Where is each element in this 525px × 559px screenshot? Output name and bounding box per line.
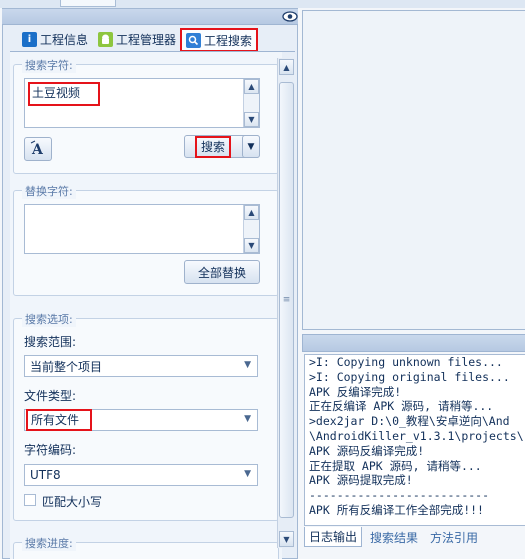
encoding-select[interactable]: UTF8 ▼ [24,464,258,486]
search-progress-title: 搜索进度: [22,535,76,551]
search-icon [186,32,201,48]
search-group: 搜索字符: 土豆视频 ▲ ▼ A 搜索 ▼ [13,57,279,174]
tab-project-search[interactable]: 工程搜索 [180,28,259,52]
tab-project-manager[interactable]: 工程管理器 [98,27,176,51]
scroll-down-button[interactable]: ▼ [244,112,259,127]
scroll-down-button[interactable]: ▼ [279,531,294,547]
match-case-checkbox[interactable] [24,494,36,506]
log-line: >I: Copying original files... [309,369,510,384]
filetype-select-value: 所有文件 [26,409,92,431]
tab-search-results-label: 搜索结果 [370,530,419,545]
tab-log-output-label: 日志输出 [309,530,358,544]
tab-search-results[interactable]: 搜索结果 [370,527,418,547]
encoding-select-value: UTF8 [30,468,61,482]
svg-text:A: A [31,142,44,158]
search-options-group: 搜索选项: 搜索范围: 当前整个项目 ▼ 文件类型: 所有文件 ▼ 字符编码: … [13,311,279,521]
replace-all-button-label: 全部替换 [197,265,246,280]
chevron-down-icon: ▼ [244,469,251,479]
chevron-down-icon: ▼ [244,414,251,424]
filetype-label: 文件类型: [24,389,77,403]
replace-group: 替换字符: ▲ ▼ 全部替换 [13,183,279,296]
search-group-title: 搜索字符: [22,57,76,73]
eye-icon[interactable] [282,10,298,23]
log-output[interactable]: >I: Copying unknown files... >I: Copying… [304,354,525,526]
scroll-down-button[interactable]: ▼ [244,238,259,253]
log-line: APK 源码提取完成! [309,473,413,488]
log-line: -------------------------- [309,488,490,503]
log-panel-header [302,334,525,352]
replace-group-title: 替换字符: [22,183,76,199]
log-line: 正在反编译 APK 源码, 请稍等... [309,399,494,414]
log-line: APK 所有反编译工作全部完成!!! [309,502,484,517]
editor-area [302,10,525,330]
info-icon: i [22,31,37,47]
log-line: 正在提取 APK 源码, 请稍等... [309,458,482,473]
tab-method-references-label: 方法引用 [430,530,479,545]
scroll-up-button[interactable]: ▲ [244,205,259,220]
top-tab[interactable] [60,0,116,7]
replace-input[interactable]: ▲ ▼ [24,204,260,254]
scroll-up-button[interactable]: ▲ [279,59,294,75]
search-input-scrollbar[interactable]: ▲ ▼ [243,79,259,127]
log-line: APK 反编译完成! [309,384,402,399]
search-button-label: 搜索 [195,135,232,158]
log-line: APK 源码反编译完成! [309,443,425,458]
tab-project-search-label: 工程搜索 [204,33,253,48]
replace-input-scrollbar[interactable]: ▲ ▼ [243,205,259,253]
log-line: >I: Copying unknown files... [309,355,503,369]
match-case-label: 匹配大小写 [42,495,103,509]
font-style-icon: A [30,140,44,158]
search-input-value: 土豆视频 [28,82,100,106]
filetype-select[interactable]: 所有文件 ▼ [24,409,258,431]
log-tabs: 日志输出 搜索结果 方法引用 [304,527,525,549]
scope-select-value: 当前整个项目 [30,359,103,374]
chevron-down-icon: ▼ [244,360,251,370]
left-pane-scrollbar[interactable]: ▲ ≡ ▼ [277,58,294,548]
font-button[interactable]: A [24,137,52,161]
scroll-up-button[interactable]: ▲ [244,79,259,94]
tab-project-info-label: 工程信息 [40,32,89,47]
search-dropdown-button[interactable]: ▼ [242,135,260,158]
search-progress-group: 搜索进度: [13,535,279,559]
android-icon [98,31,113,47]
search-options-title: 搜索选项: [22,311,76,327]
log-line: >dex2jar D:\0_教程\安卓逆向\And [309,414,510,429]
left-pane-header [2,9,298,25]
encoding-label: 字符编码: [24,443,77,457]
scope-label: 搜索范围: [24,335,77,349]
tab-method-references[interactable]: 方法引用 [430,527,478,547]
scroll-thumb[interactable]: ≡ [279,82,294,518]
search-panel: 搜索字符: 土豆视频 ▲ ▼ A 搜索 ▼ 替换字符: ▲ ▼ 全部替换 搜索选… [10,52,282,559]
scope-select[interactable]: 当前整个项目 ▼ [24,355,258,377]
replace-all-button[interactable]: 全部替换 [184,260,260,284]
tab-project-manager-label: 工程管理器 [116,32,177,47]
log-line: \AndroidKiller_v1.3.1\projects\ [309,428,524,443]
tab-project-info[interactable]: i 工程信息 [22,27,88,51]
search-input[interactable]: 土豆视频 ▲ ▼ [24,78,260,128]
tab-log-output[interactable]: 日志输出 [304,527,363,547]
chevron-down-icon: ▼ [247,141,255,152]
